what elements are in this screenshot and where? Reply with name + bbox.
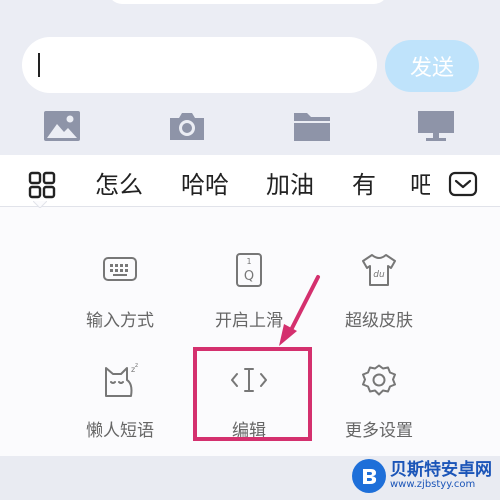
pointer-arrow xyxy=(279,275,320,346)
watermark: 贝斯特安卓网 www.zjbstyy.com xyxy=(352,455,497,497)
watermark-logo-icon xyxy=(352,459,386,493)
watermark-title: 贝斯特安卓网 xyxy=(390,459,492,480)
watermark-url: www.zjbstyy.com xyxy=(390,478,476,490)
